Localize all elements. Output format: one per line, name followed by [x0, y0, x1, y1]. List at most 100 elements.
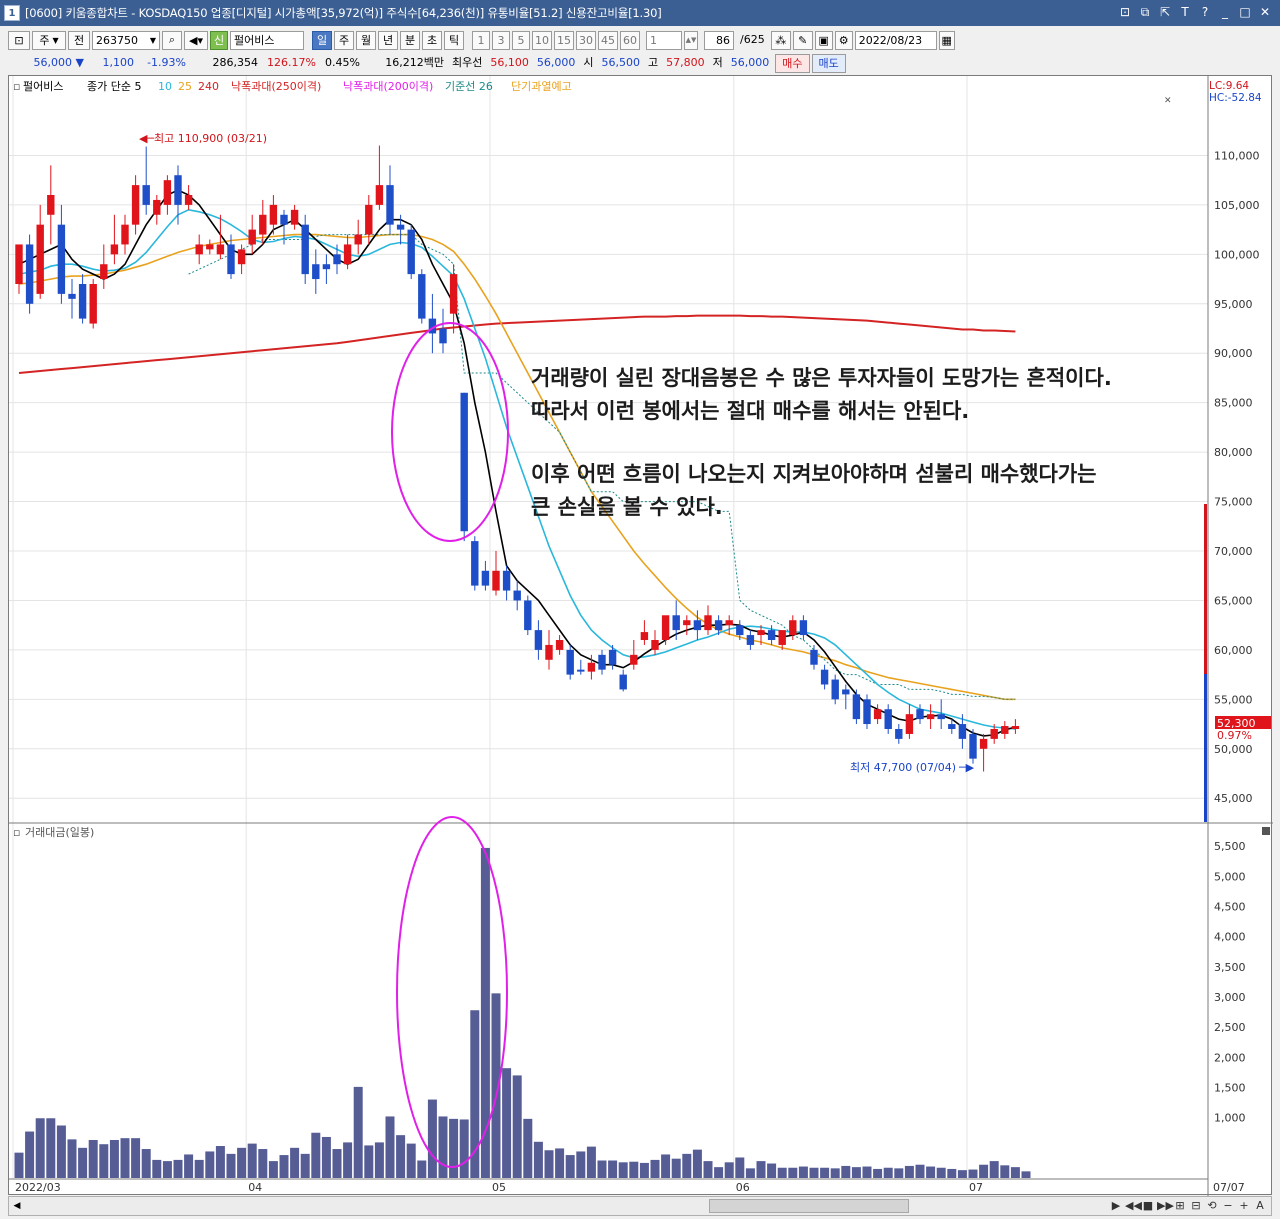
- play-icon[interactable]: ▶: [1109, 1198, 1123, 1214]
- tab-month[interactable]: 월: [356, 30, 376, 50]
- volume-bar: [290, 1147, 300, 1178]
- candle-body: [471, 541, 479, 586]
- zoom-in-icon[interactable]: +: [1237, 1198, 1251, 1214]
- x-tick-label: 07: [969, 1181, 983, 1194]
- candle-body: [683, 620, 691, 626]
- volume-bar: [353, 1086, 363, 1178]
- interval-3[interactable]: 3: [492, 30, 510, 50]
- volume-bar: [14, 1152, 24, 1178]
- code-input[interactable]: 263750 ▼: [92, 30, 160, 50]
- candle-body: [534, 630, 543, 650]
- window-copy-icon[interactable]: ⧉: [1136, 3, 1154, 21]
- layout-icon[interactable]: ⊡: [1116, 3, 1134, 21]
- volume-pane-close-icon[interactable]: [1262, 827, 1270, 835]
- candle-body: [142, 185, 150, 205]
- gear-icon[interactable]: ⚙: [834, 30, 853, 50]
- volume-bar: [947, 1168, 957, 1178]
- help-icon[interactable]: ?: [1196, 3, 1214, 21]
- volume-bar: [809, 1167, 819, 1178]
- tab-minute[interactable]: 분: [400, 30, 420, 50]
- scroll-thumb[interactable]: [709, 1199, 909, 1213]
- volume-bar: [788, 1167, 798, 1178]
- turnover-rate: 0.45%: [325, 56, 360, 69]
- interval-60[interactable]: 60: [620, 30, 640, 50]
- volume-pane-title: 거래대금(일봉): [25, 825, 94, 839]
- candle-body: [460, 392, 468, 532]
- draw-icon[interactable]: ✎: [792, 30, 813, 50]
- stock-chart[interactable]: 45,000 50,000 55,000 60,000 65,000 70,000 75,0…: [9, 76, 1273, 1196]
- sound-icon[interactable]: ◀▾: [184, 30, 208, 50]
- maximize-button[interactable]: □: [1236, 3, 1254, 21]
- market-select[interactable]: 주 ▼: [32, 30, 66, 50]
- volume-bar: [1010, 1167, 1020, 1178]
- candle-body: [89, 284, 97, 324]
- buy-button[interactable]: 매수: [775, 53, 810, 73]
- tab-day[interactable]: 일: [312, 30, 332, 50]
- stop-icon[interactable]: ■: [1141, 1198, 1155, 1214]
- indicator-icon[interactable]: ⁂: [770, 30, 791, 50]
- forward-icon[interactable]: ▶▶: [1157, 1198, 1174, 1214]
- panel-close-icon[interactable]: ✕: [1164, 96, 1172, 106]
- close-button[interactable]: ✕: [1256, 3, 1274, 21]
- save-icon[interactable]: ▣: [814, 30, 833, 50]
- pin-icon[interactable]: ⇱: [1156, 3, 1174, 21]
- legend-cog-icon[interactable]: ▫: [13, 80, 20, 93]
- rewind-icon[interactable]: ◀◀: [1125, 1198, 1142, 1214]
- legend-env250: 낙폭과대(250이격): [231, 80, 321, 93]
- scroll-left-icon[interactable]: ◀: [11, 1198, 23, 1214]
- x-tick-label: 05: [492, 1181, 506, 1194]
- tab-tick[interactable]: 틱: [444, 30, 464, 50]
- volume-bar: [618, 1162, 628, 1178]
- interval-45[interactable]: 45: [598, 30, 618, 50]
- interval-15[interactable]: 15: [554, 30, 574, 50]
- candle-body: [767, 630, 776, 640]
- zoom-prev-icon[interactable]: ⊟: [1189, 1198, 1203, 1214]
- interval-30[interactable]: 30: [576, 30, 596, 50]
- candle-body: [630, 654, 638, 665]
- text-icon[interactable]: T: [1176, 3, 1194, 21]
- count-input[interactable]: 1: [646, 30, 682, 50]
- candle-body: [110, 244, 119, 255]
- tab-year[interactable]: 년: [378, 30, 398, 50]
- auto-icon[interactable]: A: [1253, 1198, 1267, 1214]
- window-icon[interactable]: ⊡: [8, 30, 30, 50]
- volume-tick-label: 1,500: [1214, 1081, 1246, 1094]
- interval-5[interactable]: 5: [512, 30, 530, 50]
- volume-bar: [141, 1149, 151, 1178]
- candle-body: [365, 204, 373, 235]
- volume-bar: [311, 1132, 321, 1178]
- zoom-reset-icon[interactable]: ⟲: [1205, 1198, 1219, 1214]
- search-icon[interactable]: ⌕: [162, 30, 182, 50]
- candle-body: [619, 674, 627, 690]
- candle-body: [873, 709, 882, 720]
- stock-name-field[interactable]: 펄어비스: [230, 30, 304, 50]
- minimize-button[interactable]: _: [1216, 3, 1234, 21]
- candle-body: [1011, 726, 1020, 729]
- tab-week[interactable]: 주: [334, 30, 354, 50]
- zoom-fit-icon[interactable]: ⊞: [1173, 1198, 1187, 1214]
- y-tick-label: 100,000: [1214, 248, 1260, 261]
- page-input[interactable]: 86: [704, 30, 734, 50]
- interval-10[interactable]: 10: [532, 30, 552, 50]
- volume-tick-label: 2,500: [1214, 1021, 1246, 1034]
- candle-body: [736, 625, 744, 636]
- legend: ▫ 펄어비스 종가 단순 5 10 25 240 낙폭과대(250이격) 낙폭과…: [13, 80, 1262, 104]
- interval-1[interactable]: 1: [472, 30, 490, 50]
- candle-body: [555, 640, 564, 650]
- mode-button[interactable]: 전: [68, 30, 90, 50]
- calendar-icon[interactable]: ▦: [938, 30, 955, 50]
- chart-scrollbar[interactable]: ◀ ▶ ◀◀ ■ ▶▶ ⊞ ⊟ ⟲ − + A: [8, 1196, 1272, 1216]
- zoom-out-icon[interactable]: −: [1221, 1198, 1235, 1214]
- volume-bar: [502, 1068, 512, 1178]
- legend-base: 기준선 26: [445, 80, 493, 93]
- date-input[interactable]: 2022/08/23: [854, 30, 937, 50]
- volume-bar: [883, 1167, 893, 1178]
- candle-body: [36, 224, 44, 294]
- y-tick-label: 70,000: [1214, 545, 1253, 558]
- count-spinner[interactable]: ▲▼: [684, 30, 698, 50]
- high-label: 고: [648, 56, 659, 69]
- volume-bar: [915, 1164, 925, 1178]
- sell-button[interactable]: 매도: [811, 53, 846, 73]
- tab-second[interactable]: 초: [422, 30, 442, 50]
- volume-pane-icon[interactable]: ▫: [13, 826, 20, 839]
